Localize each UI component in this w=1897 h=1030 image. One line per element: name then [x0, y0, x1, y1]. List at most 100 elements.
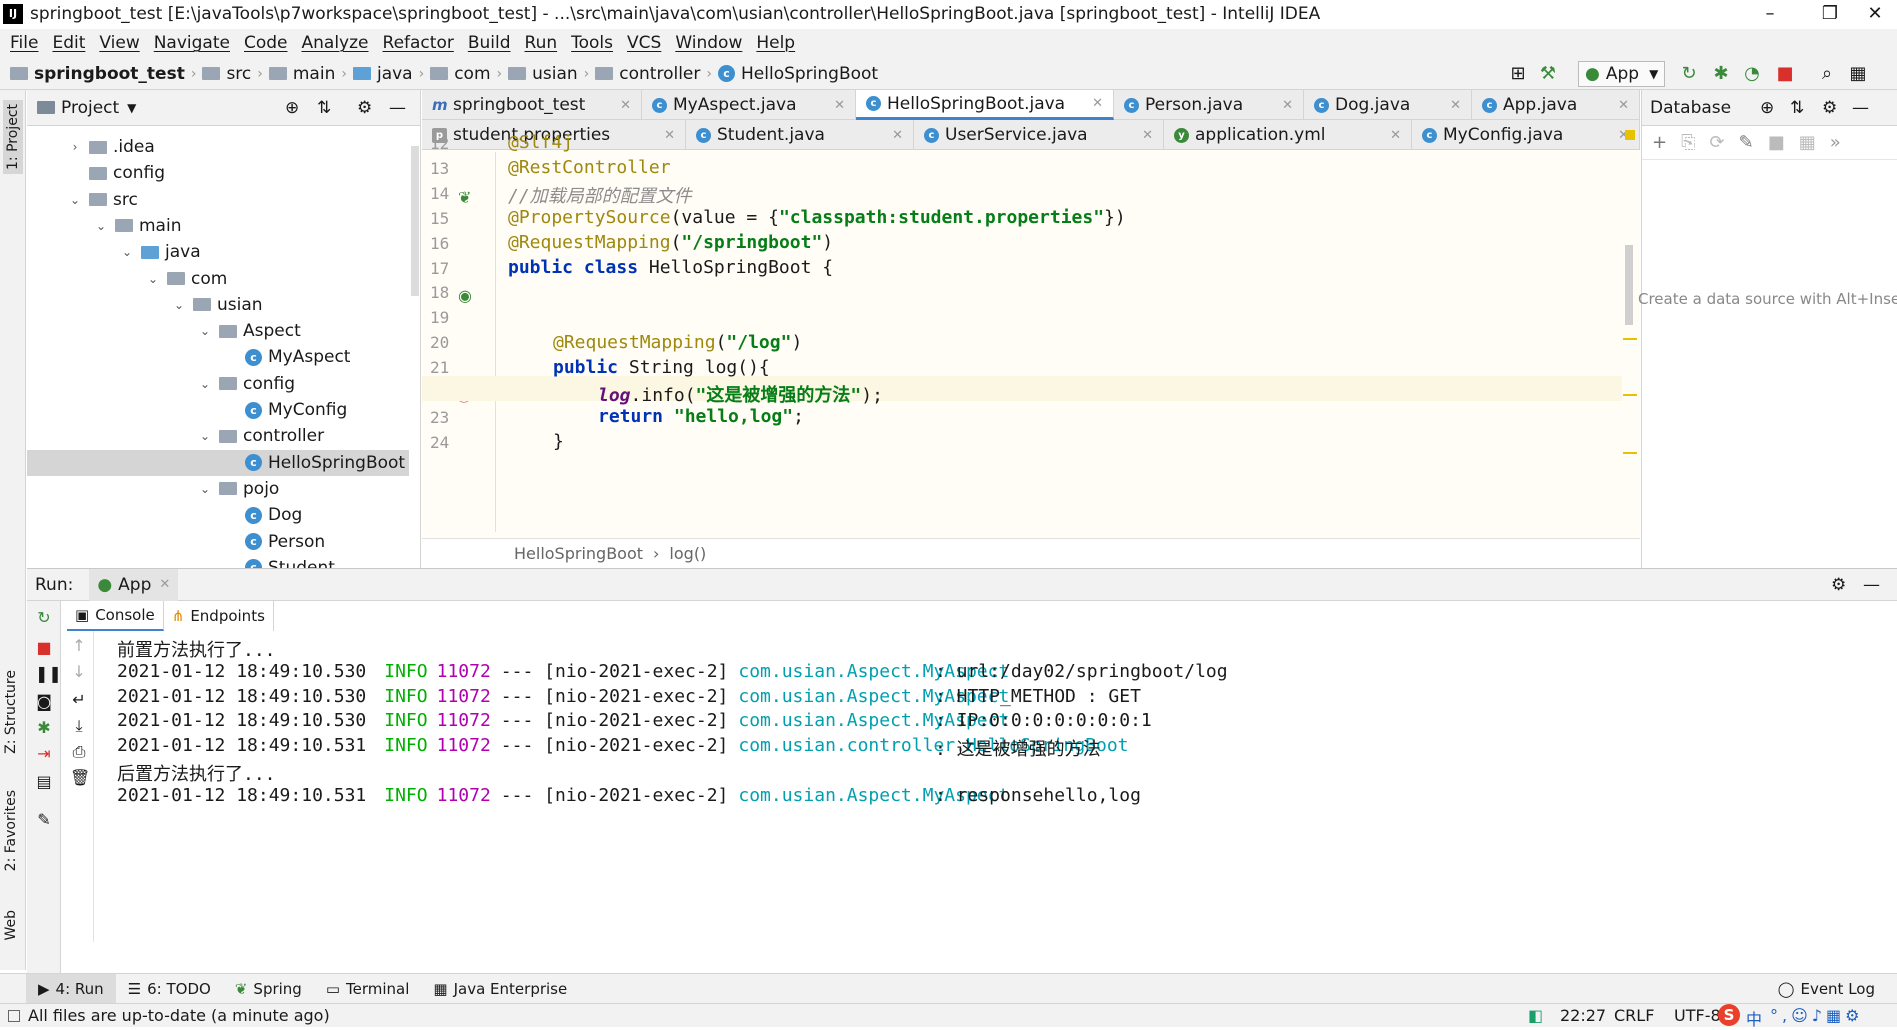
pause-icon[interactable]: ❚❚	[35, 665, 62, 683]
editor-tab[interactable]: c MyConfig.java ✕	[1412, 120, 1640, 150]
hide-icon[interactable]: —	[1852, 98, 1869, 118]
pin-icon[interactable]: ✎	[35, 811, 53, 829]
rerun-icon[interactable]: ↻	[1678, 63, 1700, 85]
code-line-17[interactable]: public class HelloSpringBoot {	[508, 257, 833, 278]
tree-item[interactable]: ⌄ src	[27, 187, 409, 213]
code-line-24[interactable]: }	[553, 431, 564, 452]
editor-tab[interactable]: c UserService.java ✕	[914, 120, 1164, 150]
close-icon[interactable]: ✕	[654, 128, 675, 143]
menu-window[interactable]: Window	[675, 29, 742, 58]
exit-icon[interactable]: ⇥	[35, 745, 53, 763]
line-separator[interactable]: CRLF	[1614, 1006, 1654, 1025]
menu-edit[interactable]: Edit	[52, 29, 85, 58]
build-hammer-icon[interactable]: ⚒	[1537, 63, 1559, 85]
menu-help[interactable]: Help	[756, 29, 795, 58]
chevron-down-icon[interactable]: ⌄	[197, 324, 213, 338]
hide-icon[interactable]: —	[1863, 575, 1880, 595]
more-icon[interactable]: »	[1830, 132, 1841, 153]
file-encoding[interactable]: UTF-8	[1674, 1006, 1721, 1025]
tree-item[interactable]: ⌄ usian	[27, 292, 409, 318]
editor-tab[interactable]: c HelloSpringBoot.java ✕	[856, 90, 1114, 120]
favorites-tool-tab[interactable]: 2: Favorites	[3, 790, 19, 871]
table-icon[interactable]: ▦	[1799, 132, 1816, 153]
tree-item[interactable]: c MyAspect	[27, 344, 409, 370]
soft-wrap-icon[interactable]: ↵	[70, 691, 88, 709]
chevron-down-icon[interactable]: ⌄	[197, 429, 213, 443]
chevron-down-icon[interactable]: ▼	[127, 101, 136, 115]
close-icon[interactable]: ✕	[159, 577, 170, 592]
editor-tab[interactable]: c MyAspect.java ✕	[642, 90, 856, 120]
globe-icon[interactable]: ⊕	[1760, 98, 1774, 118]
breadcrumb-main[interactable]: main	[268, 64, 335, 84]
tree-item[interactable]: ⌄ pojo	[27, 476, 409, 502]
collapse-all-icon[interactable]: ⇅	[317, 98, 331, 118]
locate-icon[interactable]: ⊕	[285, 98, 299, 118]
project-tool-tab[interactable]: 1: Project	[3, 100, 23, 174]
arrow-down-icon[interactable]: ↓	[70, 663, 88, 681]
tree-item[interactable]: ⌄ controller	[27, 423, 409, 449]
code-line-16[interactable]: @RequestMapping("/springboot")	[508, 232, 833, 253]
breadcrumb-project[interactable]: springboot_test	[10, 64, 185, 84]
breadcrumb-com[interactable]: com	[430, 64, 491, 84]
editor-tab[interactable]: c Student.java ✕	[686, 120, 914, 150]
menu-file[interactable]: File	[10, 29, 38, 58]
editor-scrollbar[interactable]	[1625, 245, 1633, 325]
close-icon[interactable]: ✕	[610, 98, 631, 113]
code-line-20[interactable]: @RequestMapping("/log")	[553, 332, 802, 353]
code-line-12[interactable]: @Slf4j	[508, 132, 573, 153]
close-icon[interactable]: ✕	[1440, 98, 1461, 113]
spring-bean-icon[interactable]: ❦	[458, 188, 471, 207]
chevron-down-icon[interactable]: ⌄	[171, 298, 187, 312]
close-icon[interactable]: ✕	[1272, 98, 1293, 113]
restore-icon[interactable]: ❐	[1805, 0, 1855, 29]
trash-icon[interactable]: 🗑	[70, 769, 90, 787]
structure-tool-tab[interactable]: Z: Structure	[3, 670, 19, 754]
chevron-down-icon[interactable]: ⌄	[197, 482, 213, 496]
inspection-icon[interactable]: ◧	[1528, 1006, 1543, 1025]
ime-mode[interactable]: 中	[1746, 1006, 1762, 1030]
stop-icon[interactable]: ■	[1768, 132, 1785, 153]
gear-icon[interactable]: ⚙	[1831, 575, 1846, 595]
editor-tab[interactable]: m springboot_test ✕	[422, 90, 642, 120]
coverage-icon[interactable]: ◔	[1741, 63, 1763, 85]
tab-run[interactable]: ▶ 4: Run	[26, 973, 116, 1004]
debug-bug-icon[interactable]: ✱	[35, 719, 53, 737]
copy-icon[interactable]: ⎘	[1681, 132, 1695, 153]
web-tool-tab[interactable]: Web	[3, 910, 19, 941]
collapse-icon[interactable]: ⇅	[1790, 98, 1804, 118]
code-line-14[interactable]: //加载局部的配置文件	[508, 182, 692, 208]
tool-windows-icon[interactable]	[8, 1009, 20, 1022]
sogou-ime-icon[interactable]: S	[1718, 1004, 1740, 1026]
run-config-select[interactable]: ● App ▼	[1578, 61, 1666, 87]
tab-console[interactable]: ▣ Console	[67, 601, 164, 631]
code-line-23[interactable]: return "hello,log";	[598, 406, 804, 427]
tree-item[interactable]: ⌄ config	[27, 371, 409, 397]
project-structure-icon[interactable]: ⊞	[1507, 63, 1529, 85]
breadcrumb-controller[interactable]: controller	[595, 64, 700, 84]
rerun-icon[interactable]: ↻	[35, 609, 53, 627]
print-icon[interactable]: ⎙	[70, 743, 88, 761]
breadcrumb-class[interactable]: c HelloSpringBoot	[718, 64, 878, 84]
breadcrumb-java[interactable]: java	[352, 64, 413, 84]
chevron-down-icon[interactable]: ⌄	[145, 272, 161, 286]
breadcrumb-usian[interactable]: usian	[508, 64, 578, 84]
tree-item[interactable]: ⌄ Aspect	[27, 318, 409, 344]
tree-item[interactable]: ⌄ java	[27, 239, 409, 265]
tab-java-enterprise[interactable]: ▦ Java Enterprise	[421, 974, 579, 1004]
editor-tab[interactable]: c App.java ✕	[1472, 90, 1640, 120]
search-icon[interactable]: ⌕	[1816, 63, 1838, 85]
code-line-22[interactable]: log.info("这是被增强的方法");	[598, 381, 883, 407]
warning-stripe[interactable]	[1623, 452, 1637, 454]
menu-vcs[interactable]: VCS	[627, 29, 661, 58]
tab-event-log[interactable]: ◯ Event Log	[1766, 974, 1887, 1004]
minimize-icon[interactable]: –	[1745, 0, 1795, 29]
close-icon[interactable]: ✕	[1082, 96, 1103, 111]
stop-icon[interactable]: ■	[35, 639, 53, 657]
close-icon[interactable]: ✕	[824, 98, 845, 113]
edit-icon[interactable]: ✎	[1739, 132, 1754, 153]
tree-item[interactable]: c MyConfig	[27, 397, 409, 423]
stop-icon[interactable]: ■	[1774, 63, 1796, 85]
code-line-21[interactable]: public String log(){	[553, 357, 770, 378]
gear-icon[interactable]: ⚙	[1822, 98, 1837, 118]
tree-item[interactable]: ⌄ main	[27, 213, 409, 239]
